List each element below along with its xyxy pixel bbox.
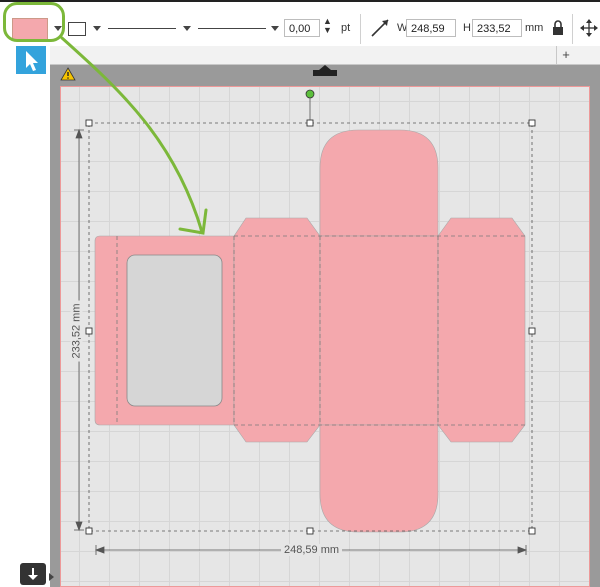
handle-bottom-right	[528, 527, 536, 535]
width-dimension-label: 248,59 mm	[281, 544, 343, 556]
box-template-artwork[interactable]	[0, 0, 600, 587]
bottom-panel	[319, 424, 439, 533]
panel-expand-caret-icon[interactable]	[49, 573, 54, 581]
rotation-handle	[305, 89, 315, 99]
handle-bottom-center	[306, 527, 314, 535]
annotation-arrow	[60, 36, 208, 235]
handle-top-left	[85, 119, 93, 127]
height-dimension-label: 233,52 mm	[70, 300, 83, 362]
top-lid-panel	[319, 129, 439, 237]
handle-middle-left	[85, 327, 93, 335]
window-cutout	[126, 254, 223, 407]
download-folder-icon	[28, 568, 38, 580]
front-panel	[319, 235, 439, 426]
handle-top-right	[528, 119, 536, 127]
left-side-panel	[233, 217, 321, 443]
handle-bottom-left	[85, 527, 93, 535]
right-side-panel	[437, 217, 526, 443]
import-panel-button[interactable]	[20, 563, 46, 585]
handle-top-center	[306, 119, 314, 127]
handle-middle-right	[528, 327, 536, 335]
